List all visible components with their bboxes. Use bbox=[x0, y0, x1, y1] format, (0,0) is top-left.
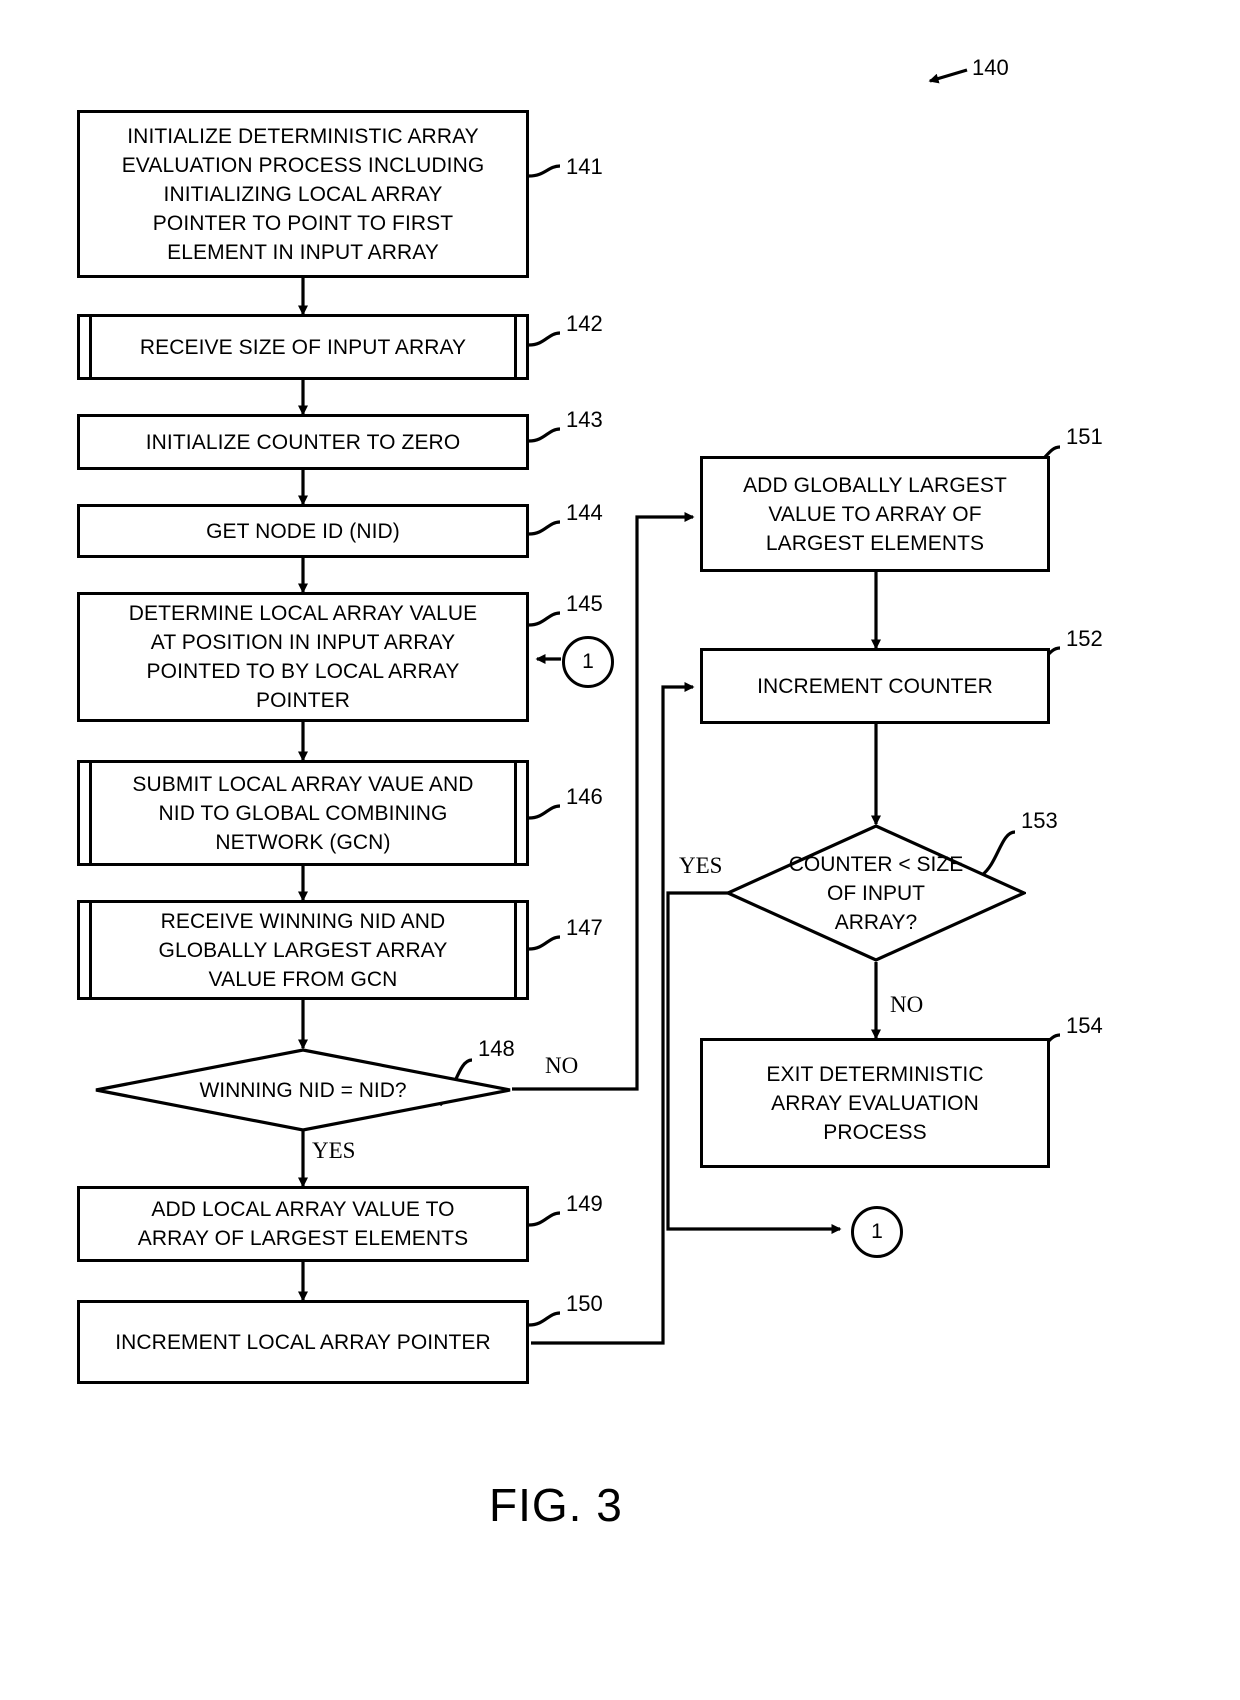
decision-diamond-153-label: COUNTER < SIZE OF INPUT ARRAY? bbox=[788, 852, 964, 934]
process-box-141-label: INITIALIZE DETERMINISTIC ARRAY EVALUATIO… bbox=[121, 124, 485, 264]
process-box-144-label: GET NODE ID (NID) bbox=[206, 519, 400, 543]
predefined-bar-left bbox=[89, 760, 92, 866]
ref-number-143: 143 bbox=[566, 407, 603, 432]
ref-number-145: 145 bbox=[566, 591, 603, 616]
branch-label-148-no: NO bbox=[545, 1053, 579, 1078]
process-box-143: INITIALIZE COUNTER TO ZERO bbox=[77, 414, 529, 470]
predefined-process-box-146: SUBMIT LOCAL ARRAY VAUE AND NID TO GLOBA… bbox=[77, 760, 529, 866]
predefined-process-box-147: RECEIVE WINNING NID AND GLOBALLY LARGEST… bbox=[77, 900, 529, 1000]
process-box-149-label: ADD LOCAL ARRAY VALUE TO ARRAY OF LARGES… bbox=[137, 1198, 469, 1250]
decision-diamond-148-label: WINNING NID = NID? bbox=[199, 1078, 407, 1102]
predefined-bar-right bbox=[514, 900, 517, 1000]
branch-label-153-no: NO bbox=[890, 992, 924, 1017]
process-box-149: ADD LOCAL ARRAY VALUE TO ARRAY OF LARGES… bbox=[77, 1186, 529, 1262]
connector-circle-right: 1 bbox=[851, 1206, 903, 1258]
ref-number-149: 149 bbox=[566, 1191, 603, 1216]
branch-label-153-yes: YES bbox=[679, 853, 723, 878]
process-box-145: DETERMINE LOCAL ARRAY VALUE AT POSITION … bbox=[77, 592, 529, 722]
connector-circle-left: 1 bbox=[562, 636, 614, 688]
branch-label-148-yes: YES bbox=[312, 1138, 356, 1163]
ref-number-148: 148 bbox=[478, 1036, 515, 1061]
process-box-150: INCREMENT LOCAL ARRAY POINTER bbox=[77, 1300, 529, 1384]
ref-number-153: 153 bbox=[1021, 808, 1058, 833]
ref-number-142: 142 bbox=[566, 311, 603, 336]
decision-diamond-153: COUNTER < SIZE OF INPUT ARRAY? bbox=[724, 824, 1028, 962]
ref-number-150: 150 bbox=[566, 1291, 603, 1316]
ref-number-151: 151 bbox=[1066, 424, 1103, 449]
predefined-process-box-146-label: SUBMIT LOCAL ARRAY VAUE AND NID TO GLOBA… bbox=[132, 772, 474, 854]
ref-number-154: 154 bbox=[1066, 1013, 1103, 1038]
process-box-150-label: INCREMENT LOCAL ARRAY POINTER bbox=[115, 1330, 491, 1354]
ref-number-152: 152 bbox=[1066, 626, 1103, 651]
ref-number-147: 147 bbox=[566, 915, 603, 940]
process-box-152-label: INCREMENT COUNTER bbox=[757, 674, 993, 698]
predefined-process-box-142: RECEIVE SIZE OF INPUT ARRAY bbox=[77, 314, 529, 380]
process-box-145-label: DETERMINE LOCAL ARRAY VALUE AT POSITION … bbox=[128, 602, 478, 712]
process-box-154-label: EXIT DETERMINISTIC ARRAY EVALUATION PROC… bbox=[766, 1062, 984, 1144]
figure-caption: FIG. 3 bbox=[489, 1479, 623, 1531]
predefined-process-box-147-label: RECEIVE WINNING NID AND GLOBALLY LARGEST… bbox=[158, 909, 448, 991]
predefined-bar-left bbox=[89, 900, 92, 1000]
figure-reference-140: 140 bbox=[972, 55, 1009, 80]
ref-number-141: 141 bbox=[566, 154, 603, 179]
process-box-152: INCREMENT COUNTER bbox=[700, 648, 1050, 724]
process-box-141: INITIALIZE DETERMINISTIC ARRAY EVALUATIO… bbox=[77, 110, 529, 278]
process-box-151: ADD GLOBALLY LARGEST VALUE TO ARRAY OF L… bbox=[700, 456, 1050, 572]
process-box-151-label: ADD GLOBALLY LARGEST VALUE TO ARRAY OF L… bbox=[743, 473, 1007, 555]
ref-number-144: 144 bbox=[566, 500, 603, 525]
process-box-154: EXIT DETERMINISTIC ARRAY EVALUATION PROC… bbox=[700, 1038, 1050, 1168]
ref-number-146: 146 bbox=[566, 784, 603, 809]
decision-diamond-148: WINNING NID = NID? bbox=[94, 1048, 512, 1132]
predefined-process-box-142-label: RECEIVE SIZE OF INPUT ARRAY bbox=[139, 335, 467, 359]
predefined-bar-right bbox=[514, 760, 517, 866]
process-box-143-label: INITIALIZE COUNTER TO ZERO bbox=[145, 430, 461, 454]
process-box-144: GET NODE ID (NID) bbox=[77, 504, 529, 558]
predefined-bar-left bbox=[89, 314, 92, 380]
patent-figure-3: INITIALIZE DETERMINISTIC ARRAY EVALUATIO… bbox=[0, 0, 1240, 1700]
predefined-bar-right bbox=[514, 314, 517, 380]
